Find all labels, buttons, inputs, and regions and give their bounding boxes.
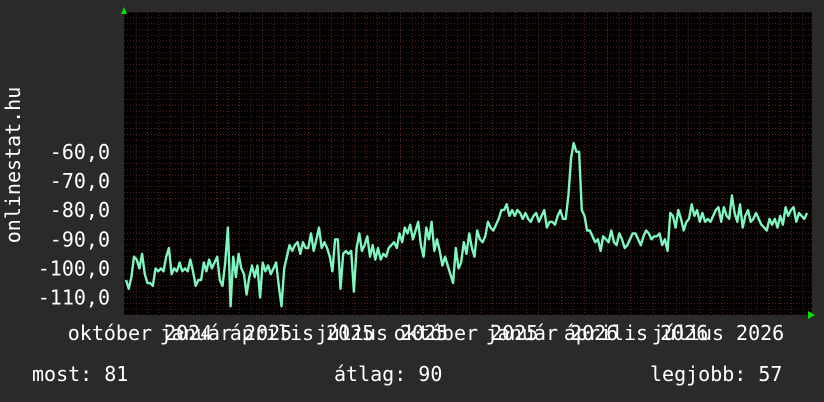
y-tick-label: -70,0 bbox=[50, 169, 110, 193]
line-chart: -60,0 -70,0 -80,0 -90,0 -100,0 -110,0 október… bbox=[1, 7, 815, 345]
stat-best: legjobb: 57 bbox=[650, 362, 783, 386]
y-tick-label: -80,0 bbox=[50, 198, 110, 222]
y-axis-arrow bbox=[121, 7, 127, 14]
plot-area bbox=[124, 12, 812, 315]
y-tick-label: -110,0 bbox=[38, 286, 110, 310]
stat-average: átlag: 90 bbox=[334, 362, 443, 386]
x-axis: október 2024január 2025április 2025júliu… bbox=[68, 321, 784, 345]
y-axis: -60,0 -70,0 -80,0 -90,0 -100,0 -110,0 bbox=[38, 140, 110, 310]
y-tick-label: -100,0 bbox=[38, 256, 110, 280]
y-tick-label: -90,0 bbox=[50, 227, 110, 251]
stat-now: most: 81 bbox=[32, 362, 129, 386]
y-tick-label: -60,0 bbox=[50, 140, 110, 164]
y-axis-label: onlinestat.hu bbox=[1, 87, 25, 244]
x-tick-label: július 2026 bbox=[652, 321, 784, 345]
